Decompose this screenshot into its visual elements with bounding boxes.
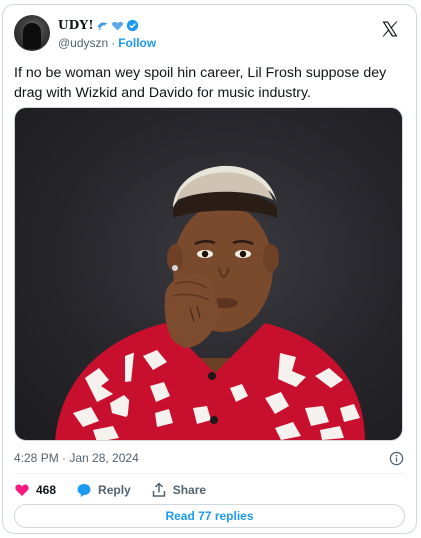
separator: · [111, 36, 116, 50]
follow-button[interactable]: Follow [118, 36, 156, 50]
tweet-timestamp[interactable]: 4:28 PM · Jan 28, 2024 [14, 451, 139, 465]
divider [14, 473, 405, 474]
tweet-meta: 4:28 PM · Jan 28, 2024 [14, 451, 404, 467]
action-bar: 468 Reply Share [14, 480, 226, 500]
reply-label: Reply [98, 483, 131, 497]
blue-heart-emoji [112, 21, 123, 30]
tweet-header: 𝐔𝐃𝐘! @udyszn · Follow [14, 15, 406, 55]
info-icon[interactable] [389, 451, 404, 466]
tweet-text: If no be woman wey spoil hin career, Lil… [14, 65, 387, 101]
share-button[interactable]: Share [151, 482, 206, 498]
tweet-card: 𝐔𝐃𝐘! @udyszn · Follow If no be woman wey… [2, 4, 417, 534]
photo-illustration [55, 165, 365, 440]
verified-badge-icon [126, 19, 139, 31]
like-button[interactable]: 468 [14, 482, 56, 498]
tweet-photo[interactable] [14, 107, 403, 441]
heart-icon [15, 484, 29, 496]
dolphin-emoji [97, 22, 108, 30]
read-replies-button[interactable]: Read 77 replies [14, 504, 405, 528]
like-count: 468 [36, 483, 57, 497]
author-name-row[interactable]: 𝐔𝐃𝐘! [58, 16, 139, 34]
handle-row: @udyszn · Follow [58, 36, 156, 50]
share-icon [152, 482, 165, 497]
reply-button[interactable]: Reply [76, 482, 131, 498]
reply-bubble-icon [77, 484, 91, 497]
display-name[interactable]: 𝐔𝐃𝐘! [58, 18, 94, 32]
avatar[interactable] [14, 15, 50, 51]
author-handle[interactable]: @udyszn [58, 36, 108, 50]
share-label: Share [172, 483, 207, 497]
x-logo-icon[interactable] [380, 19, 400, 39]
